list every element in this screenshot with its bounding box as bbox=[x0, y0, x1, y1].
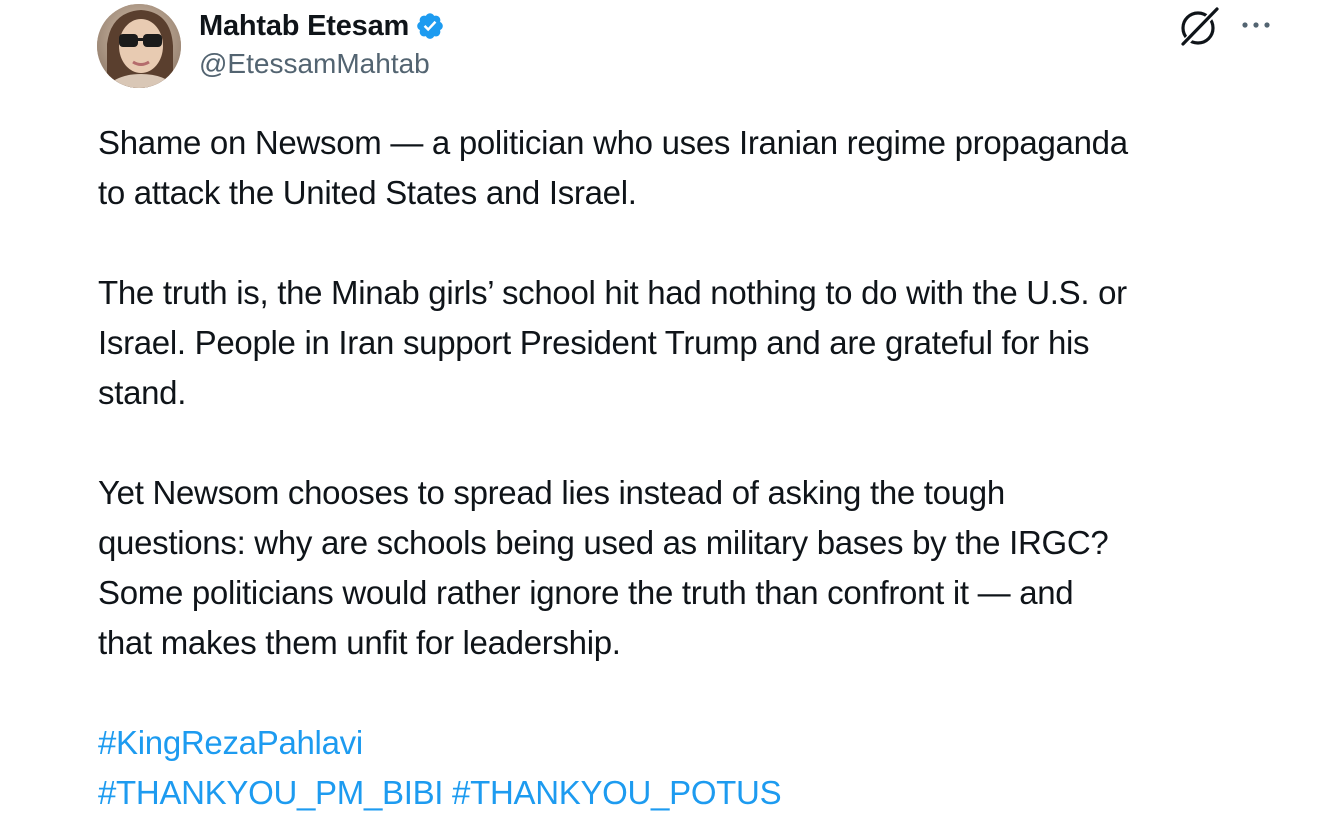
hashtags: #KingRezaPahlavi #THANKYOU_PM_BIBI #THAN… bbox=[98, 718, 1318, 818]
verified-badge-icon[interactable] bbox=[415, 11, 445, 41]
avatar-image bbox=[97, 4, 181, 88]
hashtag-link[interactable]: #THANKYOU_PM_BIBI bbox=[98, 774, 443, 811]
tweet-line: that makes them unfit for leadership. bbox=[98, 624, 621, 661]
tweet-paragraph: Yet Newsom chooses to spread lies instea… bbox=[98, 468, 1318, 668]
tweet-paragraph: Shame on Newsom — a politician who uses … bbox=[98, 118, 1318, 218]
author-name-row: Mahtab Etesam bbox=[199, 8, 445, 44]
author-display-name[interactable]: Mahtab Etesam bbox=[199, 10, 409, 43]
tweet-text: Shame on Newsom — a politician who uses … bbox=[98, 118, 1318, 818]
hashtag-link[interactable]: #THANKYOU_POTUS bbox=[452, 774, 782, 811]
avatar[interactable] bbox=[97, 4, 181, 88]
author-handle[interactable]: @EtessamMahtab bbox=[199, 48, 430, 80]
tweet: Mahtab Etesam @EtessamMahtab Shame on Ne… bbox=[0, 0, 1342, 817]
tweet-line: Shame on Newsom — a politician who uses … bbox=[98, 124, 1128, 161]
tweet-line: questions: why are schools being used as… bbox=[98, 524, 1109, 561]
grok-icon[interactable] bbox=[1176, 3, 1222, 49]
tweet-line: Some politicians would rather ignore the… bbox=[98, 574, 1074, 611]
tweet-line: The truth is, the Minab girls’ school hi… bbox=[98, 274, 1127, 311]
tweet-line: Yet Newsom chooses to spread lies instea… bbox=[98, 474, 1005, 511]
tweet-line: stand. bbox=[98, 374, 187, 411]
tweet-line: to attack the United States and Israel. bbox=[98, 174, 637, 211]
tweet-line: Israel. People in Iran support President… bbox=[98, 324, 1090, 361]
hashtag-link[interactable]: #KingRezaPahlavi bbox=[98, 724, 363, 761]
tweet-paragraph: The truth is, the Minab girls’ school hi… bbox=[98, 268, 1318, 418]
more-options-icon[interactable] bbox=[1239, 12, 1273, 38]
